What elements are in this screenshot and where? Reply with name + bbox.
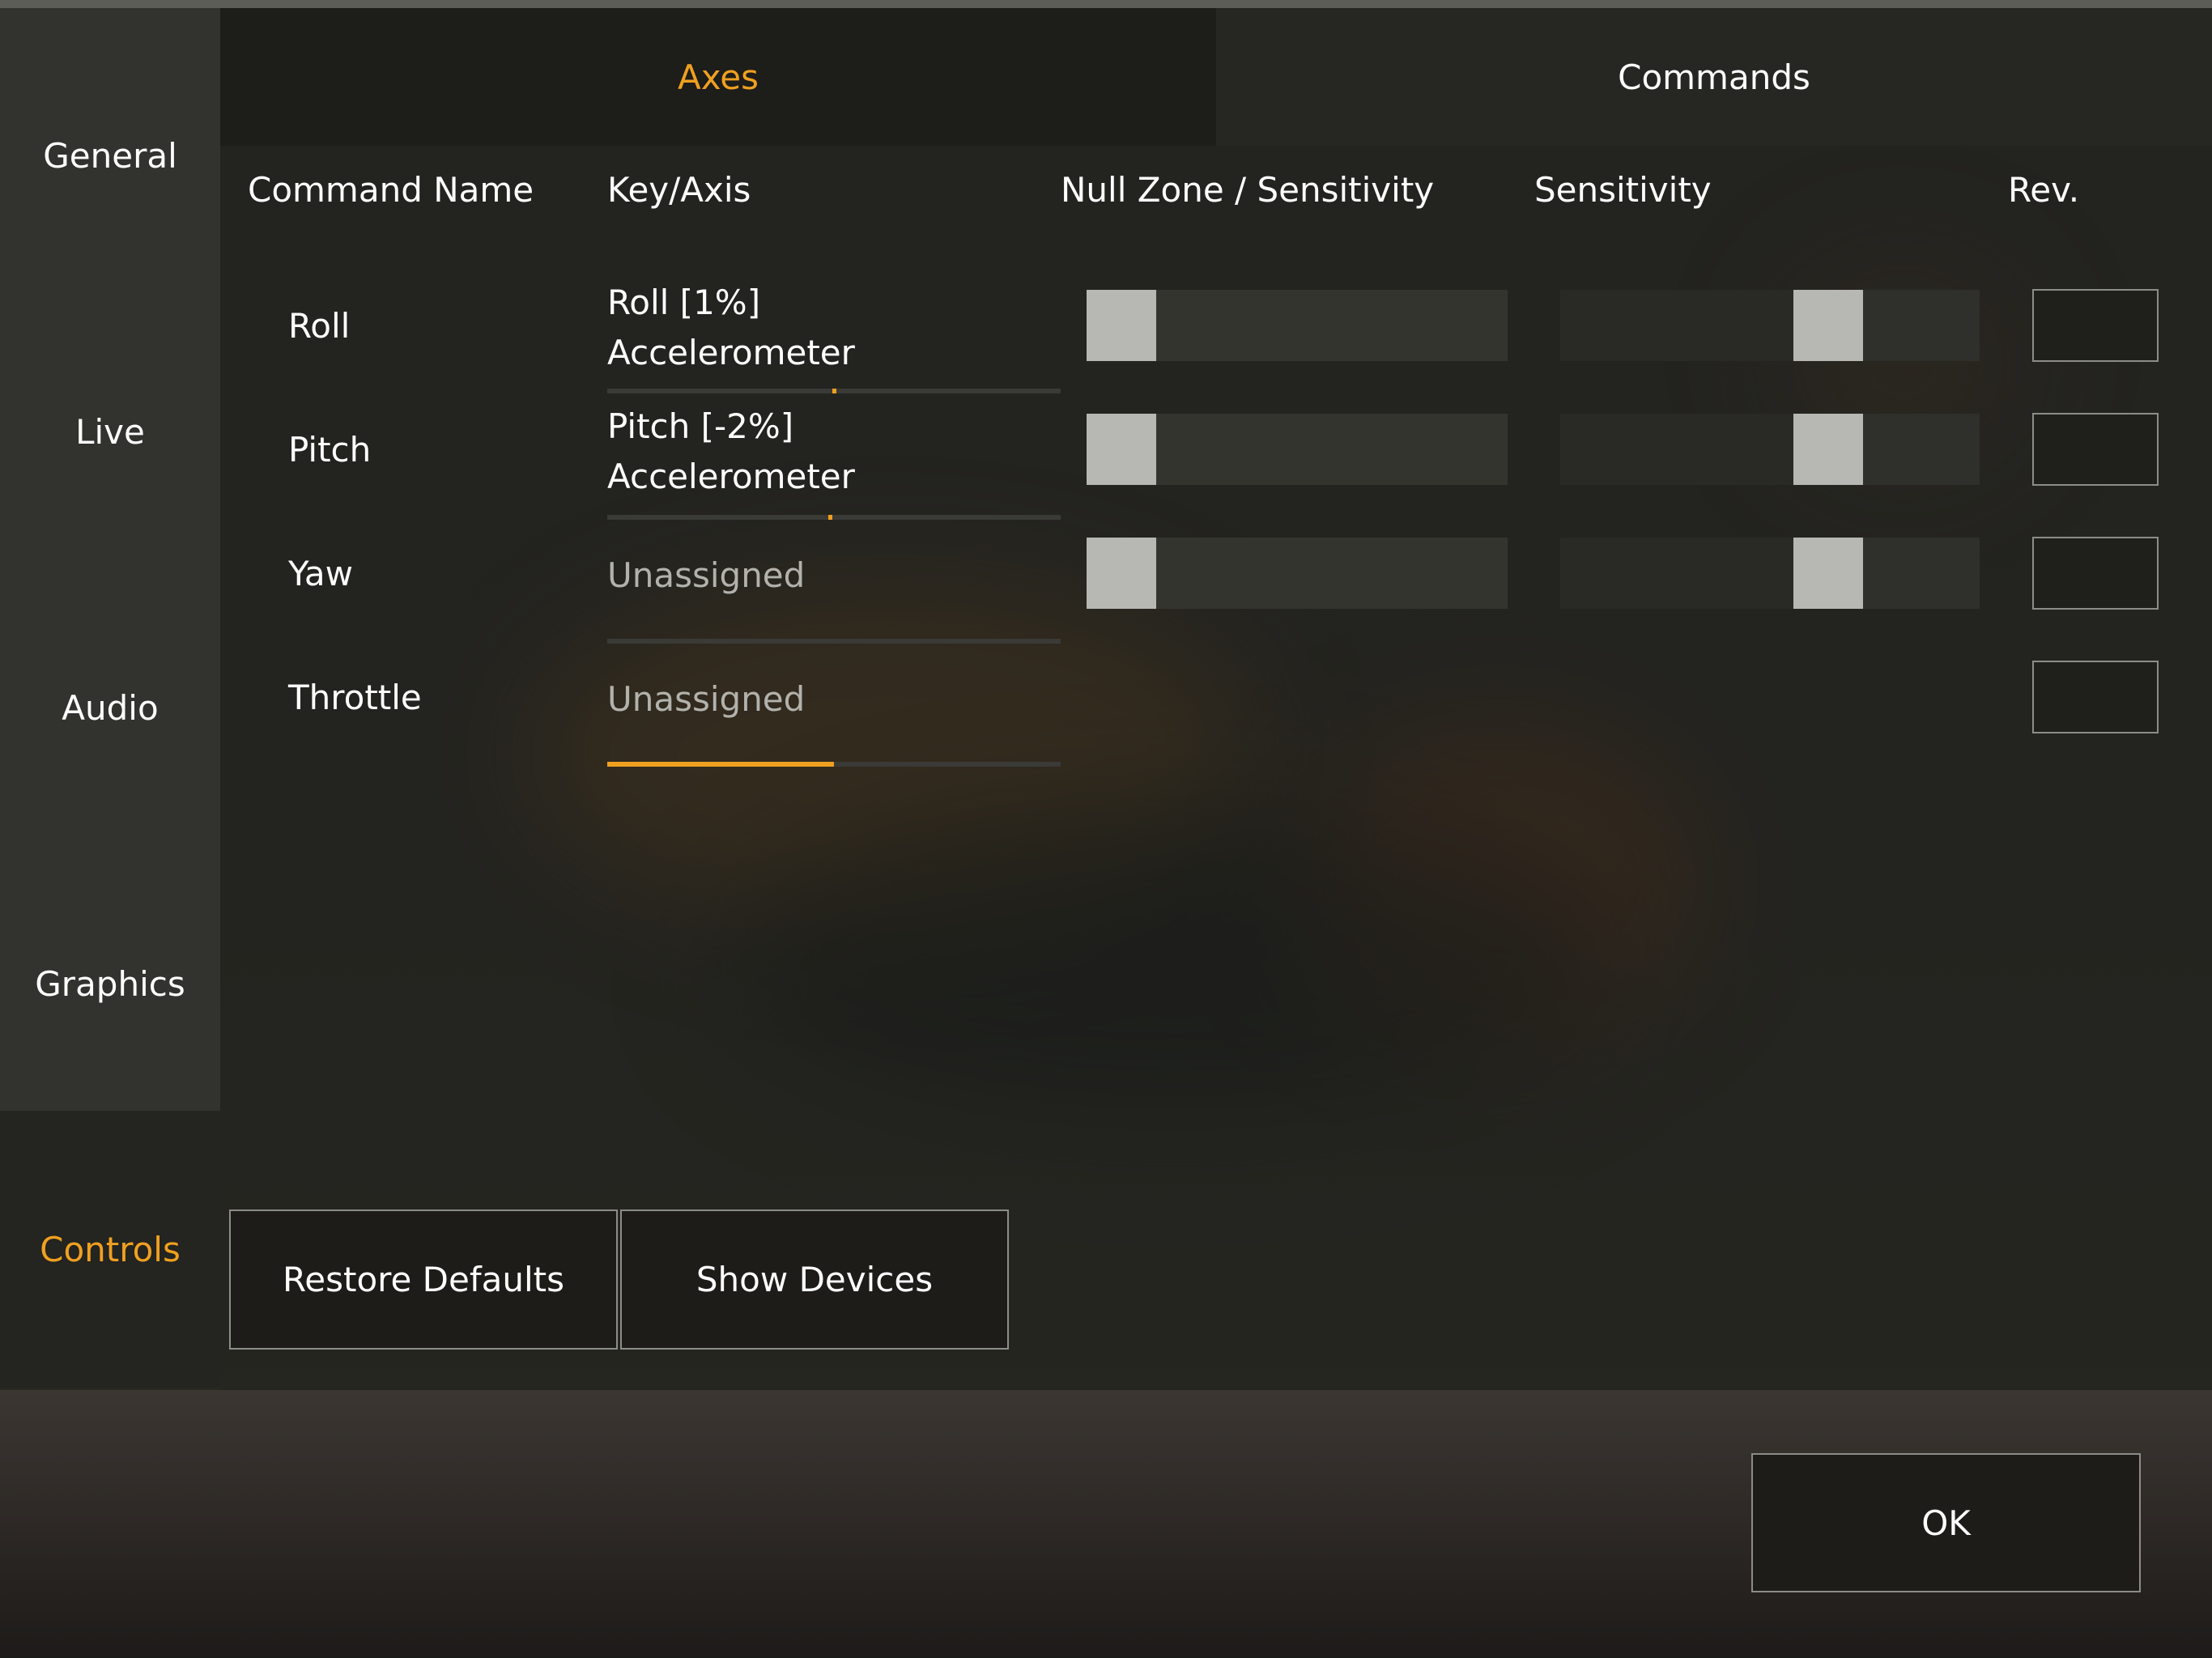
sensitivity-slider-roll[interactable] — [1560, 290, 1980, 361]
header-rev: Rev. — [2008, 170, 2080, 210]
axis-assignment-roll[interactable]: Roll [1%] Accelerometer — [607, 278, 855, 378]
axis-value-marker — [832, 389, 836, 393]
axis-assignment-yaw[interactable]: Unassigned — [607, 551, 805, 601]
axis-device: Accelerometer — [607, 457, 855, 496]
sidebar-item-live[interactable]: Live — [0, 294, 220, 570]
axis-value-bar — [607, 639, 1061, 644]
tab-label: Axes — [677, 57, 759, 97]
null-zone-slider-pitch[interactable] — [1087, 414, 1508, 485]
axis-value-bar — [607, 515, 1061, 520]
command-name-pitch: Pitch — [288, 430, 372, 470]
slider-thumb[interactable] — [1087, 538, 1156, 609]
axis-value-marker — [828, 515, 832, 520]
slider-fill — [1560, 414, 1793, 485]
reverse-checkbox-roll[interactable] — [2032, 289, 2159, 362]
tab-label: Commands — [1618, 57, 1810, 97]
reverse-checkbox-pitch[interactable] — [2032, 413, 2159, 486]
slider-thumb[interactable] — [1087, 290, 1156, 361]
axis-label: Pitch [-2%] — [607, 406, 794, 446]
sensitivity-slider-pitch[interactable] — [1560, 414, 1980, 485]
reverse-checkbox-throttle[interactable] — [2032, 661, 2159, 733]
sidebar-item-general[interactable]: General — [0, 18, 220, 294]
slider-thumb[interactable] — [1793, 538, 1863, 609]
ok-button[interactable]: OK — [1751, 1453, 2141, 1592]
sidebar-item-label: Audio — [62, 688, 159, 728]
axis-value-fill — [607, 762, 834, 767]
sensitivity-slider-yaw[interactable] — [1560, 538, 1980, 609]
tab-axes[interactable]: Axes — [220, 8, 1216, 146]
axis-label: Unassigned — [607, 679, 806, 719]
header-command-name: Command Name — [248, 170, 534, 210]
command-name-yaw: Yaw — [288, 554, 353, 593]
slider-fill — [1560, 290, 1793, 361]
axis-device: Accelerometer — [607, 333, 855, 372]
header-key-axis: Key/Axis — [607, 170, 751, 210]
tab-bar: Axes Commands — [220, 8, 2212, 146]
sidebar-item-label: Controls — [40, 1229, 181, 1269]
null-zone-slider-yaw[interactable] — [1087, 538, 1508, 609]
button-label: OK — [1921, 1503, 1971, 1543]
settings-sidebar: General Live Audio Graphics — [0, 8, 220, 1111]
tab-commands[interactable]: Commands — [1216, 8, 2212, 146]
sidebar-item-label: General — [43, 136, 177, 176]
axis-assignment-pitch[interactable]: Pitch [-2%] Accelerometer — [607, 402, 855, 502]
axis-label: Roll [1%] — [607, 283, 761, 322]
command-name-roll: Roll — [288, 306, 351, 346]
sidebar-item-controls[interactable]: Controls — [0, 1111, 220, 1388]
axis-label: Unassigned — [607, 555, 806, 595]
button-label: Show Devices — [696, 1260, 934, 1299]
null-zone-slider-roll[interactable] — [1087, 290, 1508, 361]
restore-defaults-button[interactable]: Restore Defaults — [229, 1209, 618, 1350]
top-edge-bar — [0, 0, 2212, 8]
command-name-throttle: Throttle — [288, 678, 422, 717]
button-label: Restore Defaults — [282, 1260, 565, 1299]
slider-thumb[interactable] — [1793, 290, 1863, 361]
sidebar-item-label: Live — [75, 412, 145, 452]
header-null-zone: Null Zone / Sensitivity — [1061, 170, 1435, 210]
axis-value-bar — [607, 389, 1061, 393]
sidebar-item-label: Graphics — [35, 964, 185, 1004]
slider-thumb[interactable] — [1087, 414, 1156, 485]
axis-value-bar — [607, 762, 1061, 767]
show-devices-button[interactable]: Show Devices — [620, 1209, 1009, 1350]
header-sensitivity: Sensitivity — [1534, 170, 1712, 210]
sidebar-item-audio[interactable]: Audio — [0, 570, 220, 846]
slider-fill — [1560, 538, 1793, 609]
reverse-checkbox-yaw[interactable] — [2032, 537, 2159, 610]
axis-assignment-throttle[interactable]: Unassigned — [607, 674, 805, 725]
slider-thumb[interactable] — [1793, 414, 1863, 485]
sidebar-item-graphics[interactable]: Graphics — [0, 846, 220, 1122]
